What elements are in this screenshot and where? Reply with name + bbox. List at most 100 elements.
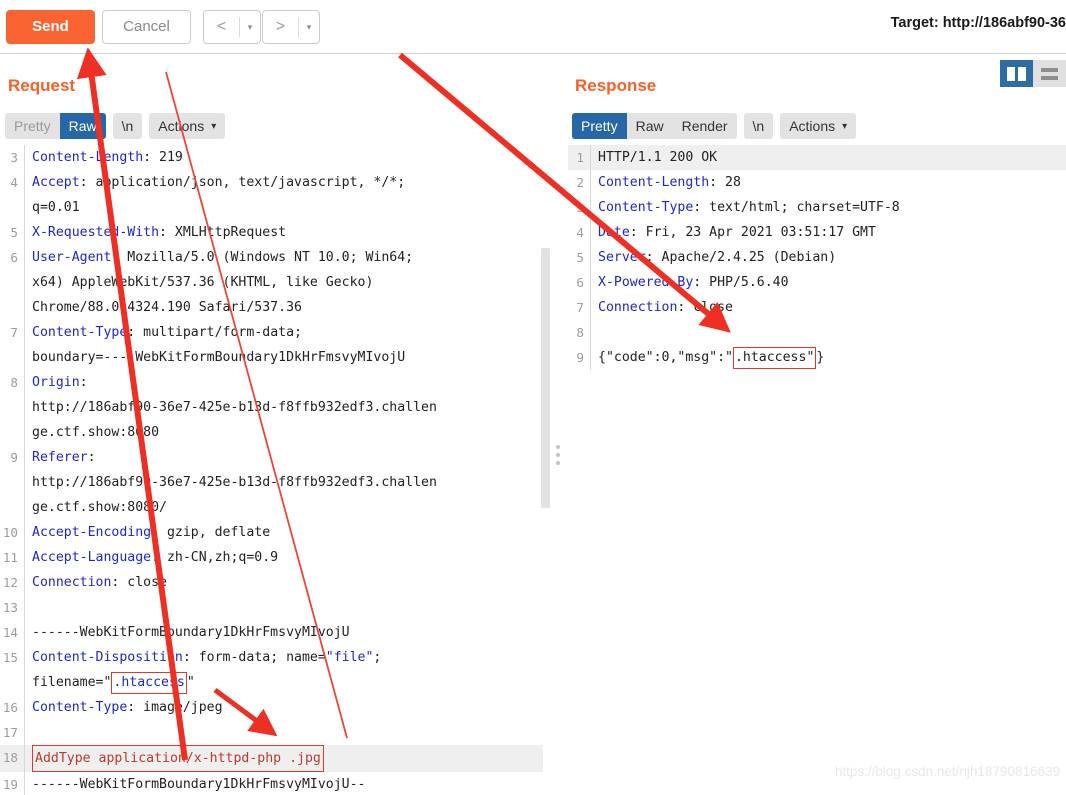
- code-line: 6 User-Agent: Mozilla/5.0 (Windows NT 10…: [0, 245, 543, 320]
- tab-request-raw[interactable]: Raw: [59, 113, 106, 139]
- filename-suffix: ": [186, 675, 195, 690]
- burp-repeater-window: Send Cancel < ▾ > ▾ Target: http://186ab…: [0, 0, 1066, 795]
- header-name: Accept-Encoding: [32, 525, 152, 540]
- line-content: User-Agent: Mozilla/5.0 (Windows NT 10.0…: [24, 245, 543, 320]
- tab-request-newline[interactable]: \n: [112, 113, 143, 139]
- code-line: 16 Content-Type: image/jpeg: [0, 695, 543, 720]
- tab-response-pretty[interactable]: Pretty: [572, 113, 627, 139]
- request-editor[interactable]: 3 Content-Length: 219 4 Accept: applicat…: [0, 145, 543, 795]
- tab-response-render[interactable]: Render: [673, 113, 737, 139]
- code-line-highlighted: 1 HTTP/1.1 200 OK: [568, 145, 1066, 170]
- line-content: Accept-Language: zh-CN,zh;q=0.9: [24, 545, 543, 570]
- code-line: 5 X-Requested-With: XMLHttpRequest: [0, 220, 543, 245]
- code-line: 8: [568, 320, 1066, 345]
- header-name: Accept-Language: [32, 550, 152, 565]
- header-name: Content-Type: [32, 325, 128, 340]
- columns-icon: [1018, 66, 1026, 81]
- json-prefix: {"code":0,"msg":": [598, 350, 733, 365]
- response-format-tabs: Pretty Raw Render: [572, 113, 737, 139]
- line-content: Content-Length: 28: [590, 170, 1066, 195]
- line-number: 9: [10, 450, 18, 465]
- code-line: 7 Connection: close: [568, 295, 1066, 320]
- chevron-left-icon: <: [216, 18, 227, 35]
- line-content: Content-Type: multipart/form-data; bounda…: [24, 320, 543, 370]
- header-value: : close: [111, 575, 167, 590]
- code-line: 3 Content-Length: 219: [0, 145, 543, 170]
- line-number: 2: [576, 175, 584, 190]
- split-horizontal-view-button[interactable]: [1033, 60, 1066, 87]
- history-forward-button[interactable]: > ▾: [262, 10, 320, 44]
- line-number: 3: [576, 200, 584, 215]
- response-actions-label: Actions: [789, 118, 836, 134]
- header-name: Content-Length: [598, 175, 710, 190]
- header-value: : multipart/form-data;: [127, 325, 302, 340]
- split-vertical-view-button[interactable]: [1000, 60, 1033, 87]
- header-value-cont: Chrome/88.0.4324.190 Safari/537.36: [32, 300, 302, 315]
- tab-response-raw[interactable]: Raw: [627, 113, 673, 139]
- line-number: 5: [10, 225, 18, 240]
- code-line: 4 Date: Fri, 23 Apr 2021 03:51:17 GMT: [568, 220, 1066, 245]
- header-value-cont: http://186abf90-36e7-425e-b13d-f8ffb932e…: [32, 475, 437, 490]
- chevron-down-icon[interactable]: ▾: [299, 11, 319, 43]
- line-content: ------WebKitFormBoundary1DkHrFmsvyMIvojU…: [24, 772, 543, 795]
- line-number: 10: [2, 525, 18, 540]
- line-number: 12: [2, 575, 18, 590]
- header-name: Server: [598, 250, 646, 265]
- header-value: : application/json, text/javascript, */*…: [79, 175, 406, 190]
- header-value: : Mozilla/5.0 (Windows NT 10.0; Win64;: [111, 250, 414, 265]
- line-content: Content-Length: 219: [24, 145, 543, 170]
- line-number: 9: [576, 350, 584, 365]
- top-toolbar: Send Cancel < ▾ > ▾ Target: http://186ab…: [0, 0, 1066, 54]
- code-line: 4 Accept: application/json, text/javascr…: [0, 170, 543, 220]
- filename-prefix: filename=": [32, 675, 112, 690]
- line-number: 3: [10, 150, 18, 165]
- request-actions-label: Actions: [158, 118, 205, 134]
- header-name: X-Powered-By: [598, 275, 694, 290]
- json-suffix: }: [816, 350, 825, 365]
- response-editor[interactable]: 1 HTTP/1.1 200 OK 2 Content-Length: 28 3…: [568, 145, 1066, 795]
- line-number: 13: [2, 600, 18, 615]
- line-number: 14: [2, 625, 18, 640]
- form-field-name: "file": [325, 650, 374, 665]
- code-line: 6 X-Powered-By: PHP/5.6.40: [568, 270, 1066, 295]
- tab-request-pretty[interactable]: Pretty: [5, 113, 60, 139]
- layout-toggle-group: [1000, 60, 1066, 87]
- line-content: X-Requested-With: XMLHttpRequest: [24, 220, 543, 245]
- highlighted-filename: .htaccess: [111, 672, 187, 694]
- history-back-button[interactable]: < ▾: [203, 10, 261, 44]
- header-value-cont: q=0.01: [32, 200, 80, 215]
- header-name: Referer: [32, 450, 88, 465]
- line-content: Referer: http://186abf90-36e7-425e-b13d-f…: [24, 445, 543, 520]
- header-value-cont: ge.ctf.show:8080/: [32, 500, 167, 515]
- cancel-button[interactable]: Cancel: [102, 10, 191, 44]
- code-line: 5 Server: Apache/2.4.25 (Debian): [568, 245, 1066, 270]
- header-name: X-Requested-With: [32, 225, 160, 240]
- request-vertical-scrollbar[interactable]: [541, 248, 550, 508]
- code-line: 8 Origin: http://186abf90-36e7-425e-b13d-…: [0, 370, 543, 445]
- response-actions-menu[interactable]: Actions ▾: [780, 113, 857, 139]
- header-value: : text/html; charset=UTF-8: [693, 200, 900, 215]
- line-number: 8: [576, 325, 584, 340]
- code-line: 7 Content-Type: multipart/form-data; boun…: [0, 320, 543, 370]
- request-tabbar: Pretty Raw \n Actions ▾: [5, 113, 226, 139]
- tab-response-newline[interactable]: \n: [743, 113, 774, 139]
- code-line: 3 Content-Type: text/html; charset=UTF-8: [568, 195, 1066, 220]
- target-label: Target: http://186abf90-36: [890, 15, 1066, 31]
- header-value: : 28: [709, 175, 741, 190]
- panel-splitter[interactable]: [551, 145, 565, 795]
- send-button[interactable]: Send: [6, 10, 95, 44]
- line-content: Accept: application/json, text/javascrip…: [24, 170, 543, 220]
- chevron-down-icon[interactable]: ▾: [240, 11, 260, 43]
- line-content: X-Powered-By: PHP/5.6.40: [590, 270, 1066, 295]
- line-number: 15: [2, 650, 18, 665]
- line-content: AddType application/x-httpd-php .jpg: [24, 745, 543, 772]
- line-content: [590, 320, 1066, 345]
- line-number: 7: [576, 300, 584, 315]
- code-line: 9 Referer: http://186abf90-36e7-425e-b13d…: [0, 445, 543, 520]
- line-number: 1: [576, 150, 584, 165]
- header-value: : zh-CN,zh;q=0.9: [151, 550, 279, 565]
- line-number: 16: [2, 700, 18, 715]
- line-number: 7: [10, 325, 18, 340]
- request-actions-menu[interactable]: Actions ▾: [149, 113, 226, 139]
- header-name: Connection: [32, 575, 112, 590]
